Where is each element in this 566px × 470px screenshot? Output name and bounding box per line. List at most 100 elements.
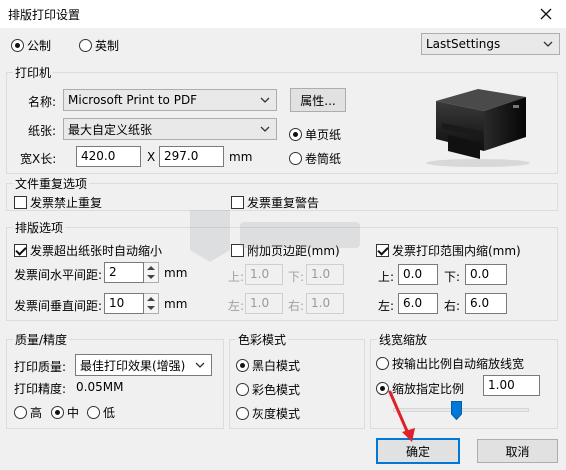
size-label: 宽X长: (20, 152, 57, 166)
printer-name-value: Microsoft Print to PDF (68, 93, 198, 107)
size-x-label: X (147, 150, 156, 164)
v-spacing-unit: mm (164, 297, 188, 311)
h-spacing-input[interactable]: 2 (104, 262, 144, 283)
linewidth-ratio-input[interactable]: 1.00 (483, 375, 540, 396)
cancel-button[interactable]: 取消 (477, 439, 558, 463)
extra-margin-label: 附加页边距(mm) (247, 244, 340, 258)
linewidth-group-title: 线宽缩放 (377, 331, 430, 348)
quality-value: 最佳打印效果(增强) (80, 358, 186, 373)
bw-mode-radio[interactable]: 黑白模式 (236, 357, 300, 374)
color-mode-radio[interactable]: 彩色模式 (236, 381, 300, 398)
chevron-down-icon (260, 126, 270, 132)
imperial-radio-dot (79, 39, 92, 52)
sheet-paper-radio-dot (289, 128, 302, 141)
paper-value: 最大自定义纸张 (68, 122, 153, 137)
margin-bottom-input[interactable]: 1.0 (306, 264, 344, 285)
inner-shrink-checkbox[interactable]: 发票打印范围内缩(mm) (376, 242, 521, 259)
inner-left-input[interactable]: 6.0 (398, 293, 438, 314)
ok-button[interactable]: 确定 (376, 438, 460, 464)
warn-duplicate-checkbox[interactable]: 发票重复警告 (231, 194, 319, 211)
gray-mode-dot (236, 407, 249, 420)
gray-mode-radio[interactable]: 灰度模式 (236, 405, 300, 422)
quality-low-label: 低 (103, 406, 116, 420)
chevron-down-icon (195, 362, 205, 368)
linewidth-auto-label: 按输出比例自动缩放线宽 (392, 357, 525, 371)
metric-radio[interactable]: 公制 (11, 37, 51, 54)
inner-shrink-label: 发票打印范围内缩(mm) (392, 244, 521, 258)
inner-bottom-label: 下: (444, 270, 461, 284)
linewidth-auto-radio[interactable]: 按输出比例自动缩放线宽 (376, 355, 524, 372)
metric-radio-dot (11, 39, 24, 52)
roll-paper-radio[interactable]: 卷筒纸 (289, 150, 341, 167)
sheet-paper-radio[interactable]: 单页纸 (289, 126, 341, 143)
autoshrink-checkbox[interactable]: 发票超出纸张时自动缩小 (14, 242, 162, 259)
margin-top-label: 上: (228, 270, 245, 284)
printer-group-title: 打印机 (13, 64, 54, 81)
autoshrink-label: 发票超出纸张时自动缩小 (30, 244, 163, 258)
close-icon (540, 8, 552, 20)
printer-name-label: 名称: (28, 95, 57, 109)
inner-right-input[interactable]: 6.0 (465, 293, 507, 314)
printer-name-combo[interactable]: Microsoft Print to PDF (63, 89, 277, 111)
inner-shrink-box (376, 244, 389, 257)
forbid-duplicate-checkbox[interactable]: 发票禁止重复 (14, 194, 102, 211)
bw-mode-label: 黑白模式 (252, 359, 301, 373)
margin-right-label: 右: (288, 299, 305, 313)
v-spacing-input[interactable]: 10 (104, 293, 144, 314)
inner-top-label: 上: (378, 270, 395, 284)
quality-high-dot (14, 406, 27, 419)
quality-combo[interactable]: 最佳打印效果(增强) (75, 354, 212, 376)
cancel-label: 取消 (505, 444, 530, 459)
quality-high-radio[interactable]: 高 (14, 404, 42, 421)
close-button[interactable] (526, 0, 566, 28)
quality-mid-dot (51, 406, 64, 419)
margin-top-input[interactable]: 1.0 (245, 264, 283, 285)
print-settings-dialog: 排版打印设置 公制 英制 LastSettings 打印机 名称: Micros… (0, 0, 566, 470)
inner-bottom-input[interactable]: 0.0 (465, 264, 507, 285)
inner-top-input[interactable]: 0.0 (398, 264, 438, 285)
linewidth-slider-thumb[interactable] (450, 401, 462, 420)
paper-width-input[interactable]: 420.0 (76, 146, 141, 167)
gray-mode-label: 灰度模式 (252, 407, 301, 421)
linewidth-fixed-dot (376, 382, 389, 395)
duplicate-group-title: 文件重复选项 (13, 175, 90, 192)
window-title: 排版打印设置 (8, 8, 81, 22)
printer-properties-button[interactable]: 属性... (290, 88, 346, 112)
quality-mid-radio[interactable]: 中 (51, 404, 79, 421)
autoshrink-box (14, 244, 27, 257)
printer-image (426, 89, 530, 167)
v-spacing-spinner[interactable] (144, 293, 159, 314)
paper-length-input[interactable]: 297.0 (159, 146, 224, 167)
paper-label: 纸张: (28, 124, 57, 138)
extra-margin-box (231, 244, 244, 257)
quality-high-label: 高 (30, 406, 43, 420)
extra-margin-checkbox[interactable]: 附加页边距(mm) (231, 242, 340, 259)
metric-label: 公制 (27, 39, 52, 53)
margin-right-input[interactable]: 1.0 (306, 293, 344, 314)
h-spacing-label: 发票间水平间距: (14, 268, 103, 282)
color-mode-dot (236, 383, 249, 396)
roll-paper-radio-dot (289, 152, 302, 165)
color-mode-label: 彩色模式 (252, 383, 301, 397)
forbid-duplicate-label: 发票禁止重复 (30, 196, 103, 210)
margin-left-input[interactable]: 1.0 (245, 293, 283, 314)
chevron-down-icon (260, 97, 270, 103)
settings-preset-combo[interactable]: LastSettings (421, 33, 560, 55)
size-unit-label: mm (229, 150, 253, 164)
quality-low-dot (87, 406, 100, 419)
h-spacing-spinner[interactable] (144, 262, 159, 283)
quality-low-radio[interactable]: 低 (87, 404, 115, 421)
margin-bottom-label: 下: (288, 270, 305, 284)
color-group-title: 色彩模式 (236, 331, 289, 348)
precision-label: 打印精度: (14, 382, 67, 396)
precision-value: 0.05MM (76, 380, 124, 394)
linewidth-fixed-label: 缩放指定比例 (392, 382, 465, 396)
warn-duplicate-label: 发票重复警告 (247, 196, 320, 210)
paper-combo[interactable]: 最大自定义纸张 (63, 118, 277, 140)
roll-paper-label: 卷筒纸 (305, 152, 342, 166)
linewidth-fixed-radio[interactable]: 缩放指定比例 (376, 380, 464, 397)
margin-left-label: 左: (228, 299, 245, 313)
printer-properties-label: 属性... (300, 93, 336, 108)
inner-left-label: 左: (378, 299, 395, 313)
imperial-radio[interactable]: 英制 (79, 37, 119, 54)
